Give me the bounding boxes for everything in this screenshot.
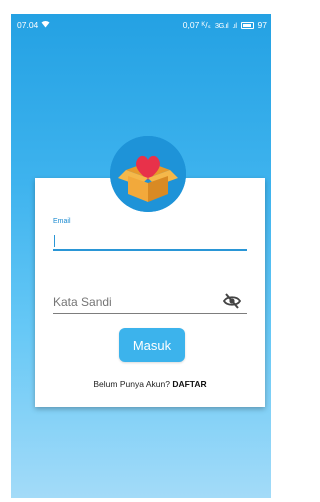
signal-1-icon: 3G.ıl [214, 20, 229, 30]
status-right: 0,07 ᴷ/ₛ 3G.ıl .ıl 97 [183, 20, 267, 31]
status-bar: 07.04 0,07 ᴷ/ₛ 3G.ıl .ıl 97 [11, 14, 271, 36]
battery-level: 97 [257, 20, 267, 30]
email-label: Email [53, 218, 71, 225]
app-logo [110, 136, 186, 212]
signal-2-icon: .ıl [232, 20, 237, 30]
phone-screen: 07.04 0,07 ᴷ/ₛ 3G.ıl .ıl 97 Email Masuk … [11, 14, 271, 498]
battery-icon [240, 21, 254, 29]
heart-box-icon [110, 136, 186, 212]
data-speed: 0,07 ᴷ/ₛ [182, 19, 211, 30]
text-cursor [54, 235, 55, 247]
login-button[interactable]: Masuk [119, 328, 185, 362]
login-card: Email Masuk Belum Punya Akun? DAFTAR [35, 178, 265, 407]
email-field[interactable] [53, 229, 247, 251]
wifi-icon [41, 20, 50, 30]
password-field[interactable] [53, 290, 247, 314]
status-left: 07.04 [17, 20, 50, 30]
status-time: 07.04 [17, 20, 39, 30]
register-link[interactable]: DAFTAR [172, 379, 206, 389]
register-prompt: Belum Punya Akun? [93, 379, 170, 389]
eye-off-icon[interactable] [222, 292, 242, 310]
register-line: Belum Punya Akun? DAFTAR [35, 379, 265, 389]
